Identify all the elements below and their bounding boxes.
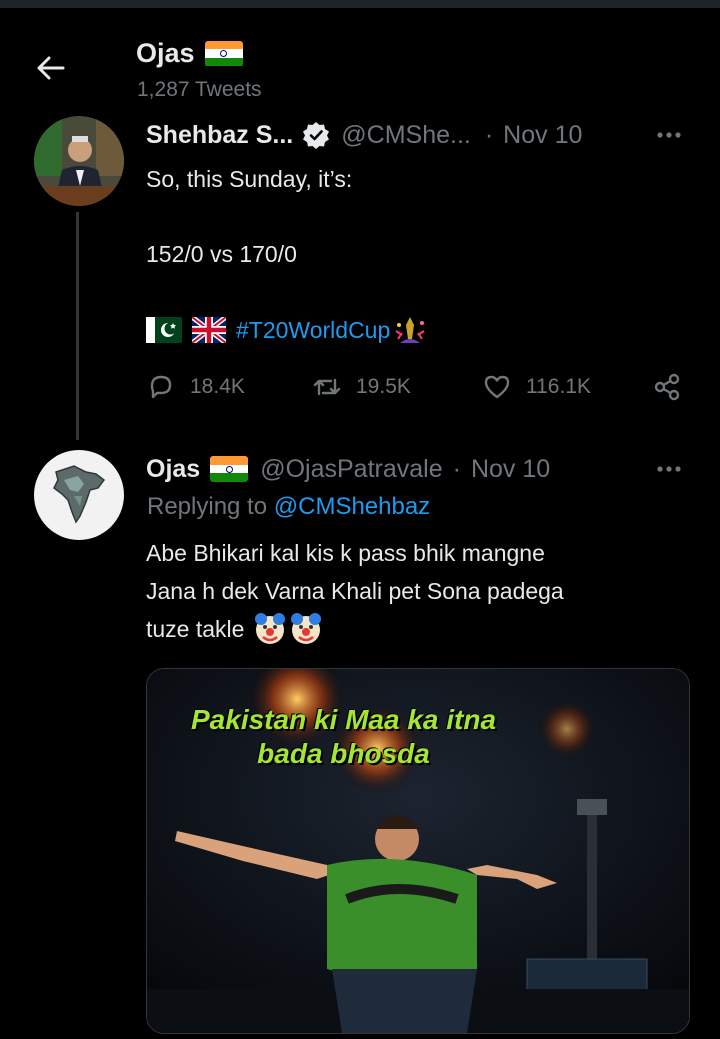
retweet-count: 19.5K — [356, 375, 411, 398]
more-dots-icon — [657, 132, 681, 138]
clown-face-emoji-icon — [291, 613, 322, 644]
avatar[interactable] — [34, 450, 124, 540]
shehbaz-avatar-image — [34, 116, 124, 206]
like-button[interactable]: 116.1K — [482, 372, 591, 402]
india-flag-icon — [204, 40, 243, 67]
avatar[interactable] — [34, 116, 124, 206]
profile-header: Ojas 1,287 Tweets — [0, 10, 720, 110]
tweet-text-line: Jana h dek Varna Khali pet Sona padega — [146, 578, 564, 604]
tweet-date[interactable]: Nov 10 — [471, 455, 550, 484]
retweet-button[interactable]: 19.5K — [312, 372, 411, 402]
more-options-button[interactable] — [652, 120, 692, 150]
heart-icon — [484, 375, 510, 399]
tweet-header: Ojas @OjasPatravale · Nov 10 — [146, 452, 550, 486]
retweet-icon — [313, 378, 341, 396]
dot-separator: · — [452, 454, 461, 483]
tweet-text-line: So, this Sunday, it’s: — [146, 166, 353, 192]
dot-separator: · — [484, 120, 494, 149]
reply-icon — [150, 375, 172, 399]
tweet-hashtag-line: #T20WorldCup — [146, 311, 428, 349]
replying-handle-link[interactable]: @CMShehbaz — [274, 493, 430, 520]
verified-badge-icon — [303, 122, 330, 149]
replying-to: Replying to @CMShehbaz — [147, 493, 430, 521]
tweet-text-line: tuze takle — [146, 616, 245, 642]
tweet-text-line: Abe Bhikari kal kis k pass bhik mangne — [146, 540, 545, 566]
pakistan-flag-icon — [146, 317, 182, 343]
profile-name: Ojas — [136, 38, 195, 68]
arrow-left-icon — [37, 56, 65, 80]
media-caption-line: Pakistan ki Maa ka itna — [191, 704, 497, 735]
tweet-media-image[interactable]: Pakistan ki Maa ka itna bada bhosda — [146, 668, 690, 1034]
back-button[interactable] — [30, 48, 70, 88]
reply-count: 18.4K — [190, 375, 245, 398]
india-map-avatar-image — [34, 450, 124, 540]
more-options-button[interactable] — [652, 454, 692, 484]
replying-label: Replying to — [147, 493, 268, 520]
author-name[interactable]: Shehbaz S... — [146, 121, 293, 150]
tweet-text-line-with-emoji: tuze takle — [146, 610, 324, 648]
reply-button[interactable]: 18.4K — [146, 372, 245, 402]
trophy-emoji-icon — [395, 317, 425, 343]
author-handle[interactable]: @CMShe... — [341, 121, 471, 150]
uk-flag-icon — [192, 317, 226, 343]
more-dots-icon — [657, 466, 681, 472]
tweet-date[interactable]: Nov 10 — [503, 121, 582, 150]
profile-title: Ojas — [136, 38, 243, 69]
author-name[interactable]: Ojas — [146, 455, 200, 484]
top-bar — [0, 0, 720, 8]
india-flag-icon — [210, 456, 249, 482]
tweet-text-line: 152/0 vs 170/0 — [146, 241, 297, 267]
share-button[interactable] — [652, 372, 682, 402]
tweet-header: Shehbaz S... @CMShe... · Nov 10 — [146, 118, 582, 152]
clown-face-emoji-icon — [255, 613, 286, 644]
media-caption-line: bada bhosda — [257, 738, 430, 769]
author-handle[interactable]: @OjasPatravale — [260, 455, 442, 484]
media-caption: Pakistan ki Maa ka itna bada bhosda — [191, 703, 496, 771]
share-icon — [654, 373, 680, 401]
hashtag-link[interactable]: #T20WorldCup — [236, 311, 390, 349]
like-count: 116.1K — [526, 375, 591, 398]
thread-connector — [76, 212, 79, 440]
tweet-count: 1,287 Tweets — [137, 78, 262, 101]
